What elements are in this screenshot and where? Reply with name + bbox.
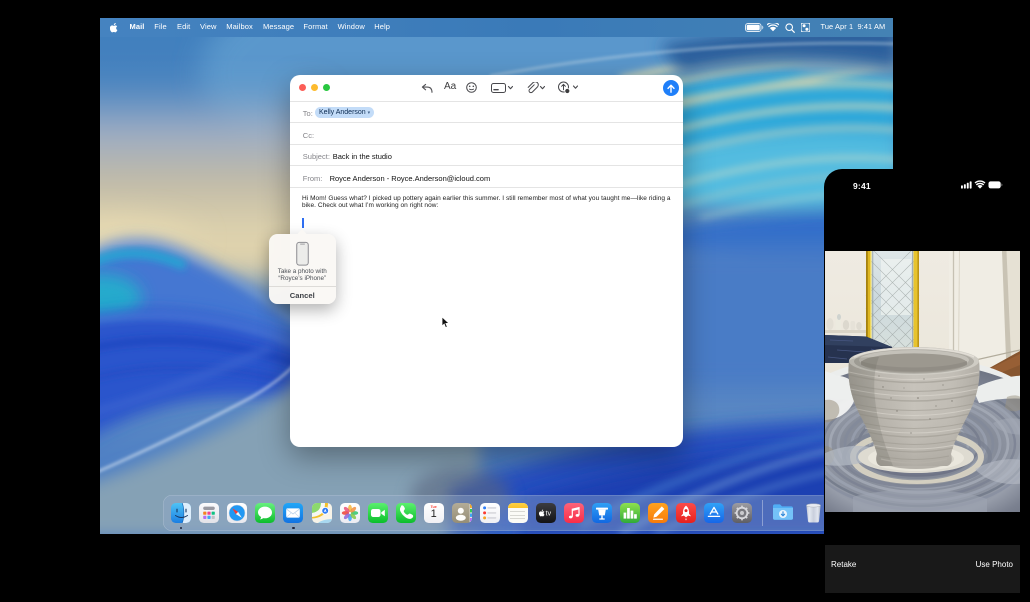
- svg-text:tv: tv: [546, 510, 552, 517]
